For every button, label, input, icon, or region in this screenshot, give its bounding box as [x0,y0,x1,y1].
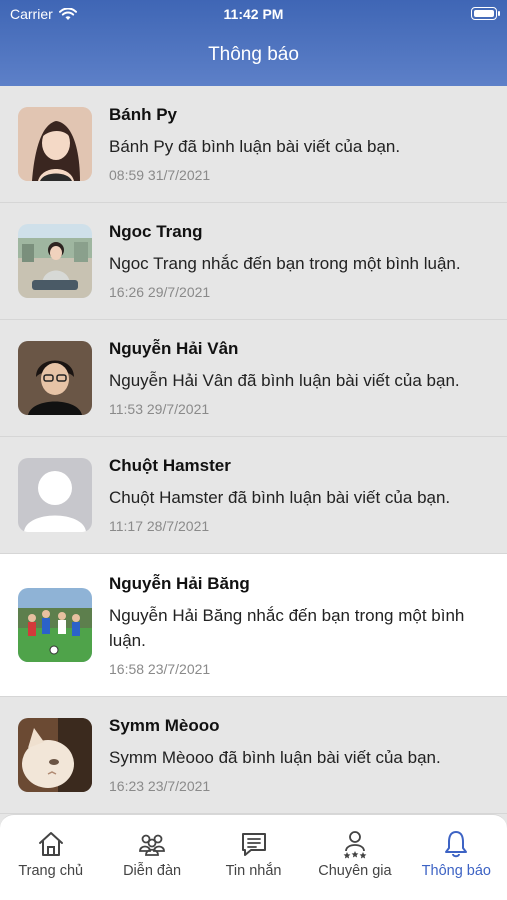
tab-notifications[interactable]: Thông báo [406,815,507,900]
home-icon [38,832,63,856]
woman-portrait-icon [18,107,92,181]
avatar [18,458,92,532]
notification-time: 11:53 29/7/2021 [109,401,210,417]
message-icon [241,833,266,856]
tab-experts[interactable]: Chuyên gia [304,815,405,900]
tab-home[interactable]: Trang chủ [0,815,101,900]
notification-time: 16:58 23/7/2021 [109,660,211,677]
football-team-icon [18,588,92,662]
tab-bar: Trang chủ Diễn đàn Tin nhắn Chuyên gia T… [0,814,507,900]
status-time: 11:42 PM [223,6,284,22]
notification-message: Bánh Py đã bình luận bài viết của bạn. [109,137,401,156]
notification-message: Nguyễn Hải Vân đã bình luận bài viết của… [109,371,460,390]
forum-icon [139,834,166,856]
notification-item-unread[interactable]: Nguyễn Hải Băng Nguyễn Hải Băng nhắc đến… [0,554,507,697]
avatar [18,107,92,181]
header: Carrier 11:42 PM Thông báo [0,0,507,86]
notification-time: 16:23 23/7/2021 [109,778,211,794]
notification-item[interactable]: Nguyễn Hải Vân Nguyễn Hải Vân đã bình lu… [0,320,507,437]
notification-item[interactable]: Bánh Py Bánh Py đã bình luận bài viết củ… [0,86,507,203]
sender-name: Ngoc Trang [109,222,203,241]
notification-item[interactable]: Symm Mèooo Symm Mèooo đã bình luận bài v… [0,697,507,814]
notification-message: Symm Mèooo đã bình luận bài viết của bạn… [109,748,441,767]
default-user-icon [18,458,92,532]
avatar [18,341,92,415]
cat-photo-icon [18,718,92,792]
tab-label: Trang chủ [18,863,84,879]
sender-name: Symm Mèooo [109,716,220,735]
notification-item[interactable]: Ngoc Trang Ngoc Trang nhắc đến bạn trong… [0,203,507,320]
person-dark-portrait-icon [18,341,92,415]
notification-message: Nguyễn Hải Băng nhắc đến bạn trong một b… [109,605,465,650]
sender-name: Chuột Hamster [109,456,231,475]
status-bar: Carrier 11:42 PM [0,0,507,30]
avatar [18,718,92,792]
sender-name: Nguyễn Hải Băng [109,573,250,593]
tab-forum[interactable]: Diễn đàn [101,815,202,900]
notification-time: 16:26 29/7/2021 [109,284,211,300]
notification-message: Ngoc Trang nhắc đến bạn trong một bình l… [109,254,461,273]
notification-time: 08:59 31/7/2021 [109,167,211,183]
tab-label: Thông báo [421,863,491,879]
notification-time: 11:17 28/7/2021 [109,518,210,534]
woman-sitting-outdoors-icon [18,224,92,298]
tab-label: Chuyên gia [318,863,392,879]
notification-item[interactable]: Chuột Hamster Chuột Hamster đã bình luận… [0,437,507,554]
tab-label: Diễn đàn [123,863,182,879]
avatar [18,588,92,662]
sender-name: Bánh Py [109,105,178,124]
bell-icon [445,831,468,858]
tab-label: Tin nhắn [225,863,282,879]
sender-name: Nguyễn Hải Vân [109,339,239,358]
page-title: Thông báo [208,44,299,65]
battery-icon [471,7,500,20]
avatar [18,224,92,298]
tab-messages[interactable]: Tin nhắn [203,815,304,900]
notification-list[interactable]: Bánh Py Bánh Py đã bình luận bài viết củ… [0,86,507,816]
expert-icon [343,831,367,859]
notification-message: Chuột Hamster đã bình luận bài viết của … [109,488,451,507]
